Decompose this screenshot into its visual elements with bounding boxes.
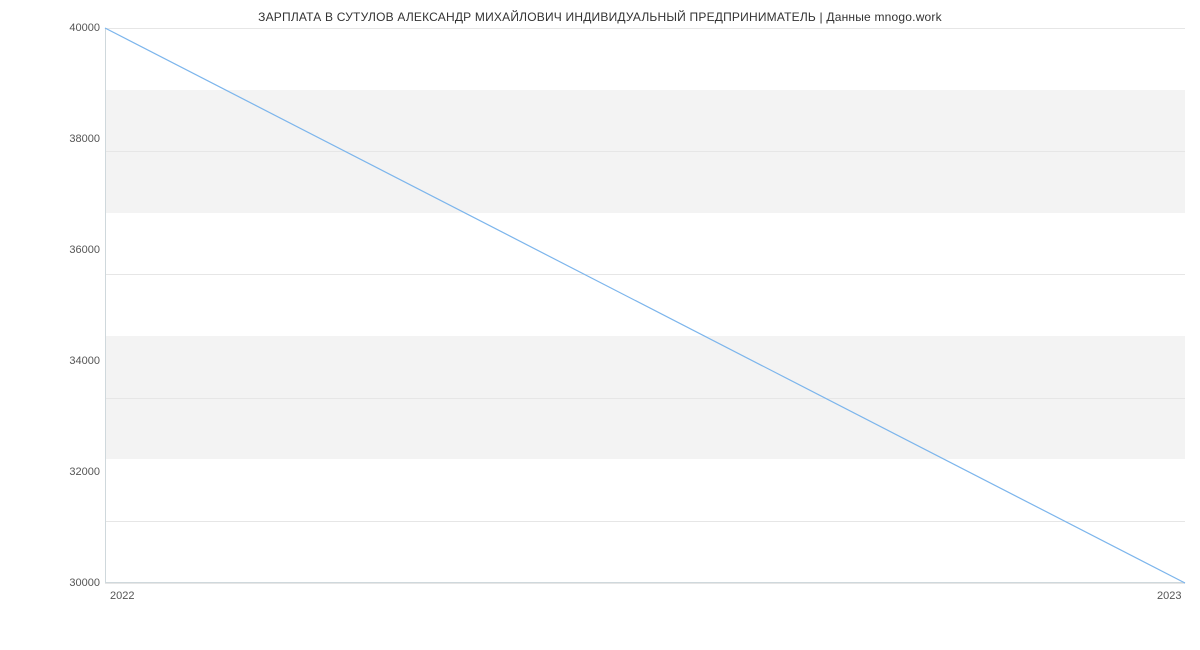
y-tick-label: 30000 bbox=[30, 577, 100, 589]
x-tick-label: 2023 bbox=[1157, 590, 1181, 602]
chart-line-svg bbox=[105, 28, 1185, 583]
y-tick-label: 32000 bbox=[30, 466, 100, 478]
gridline bbox=[105, 583, 1185, 584]
y-tick-label: 38000 bbox=[30, 133, 100, 145]
plot-area bbox=[105, 28, 1185, 583]
y-tick-label: 34000 bbox=[30, 355, 100, 367]
y-tick-label: 36000 bbox=[30, 244, 100, 256]
series-line bbox=[105, 28, 1185, 583]
x-tick-label: 2022 bbox=[110, 590, 134, 602]
y-tick-label: 40000 bbox=[30, 22, 100, 34]
chart-title: ЗАРПЛАТА В СУТУЛОВ АЛЕКСАНДР МИХАЙЛОВИЧ … bbox=[0, 10, 1200, 24]
